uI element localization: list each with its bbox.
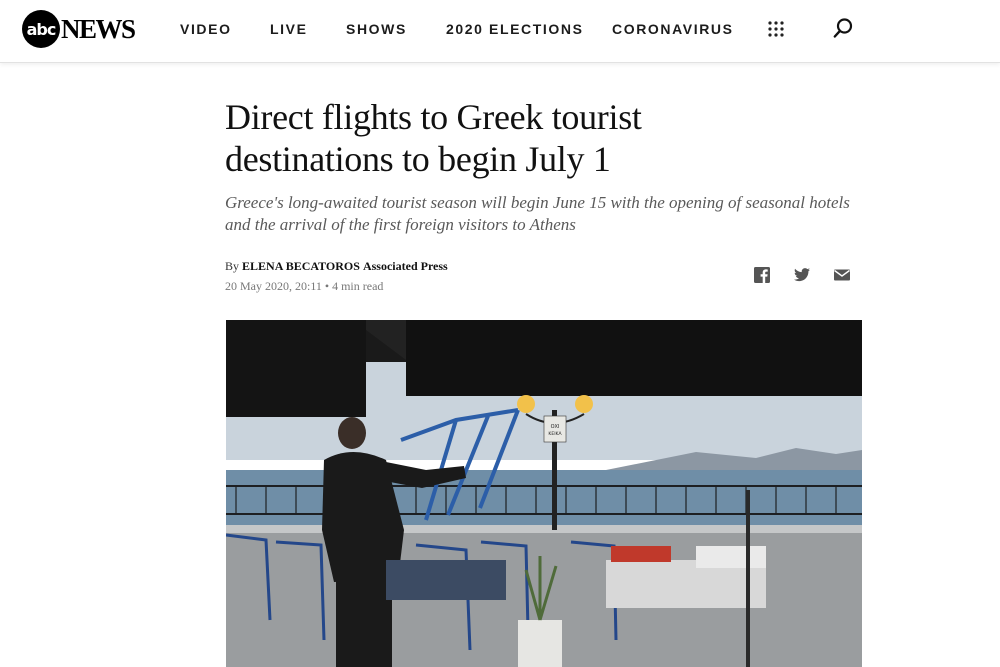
nav-video[interactable]: VIDEO (180, 21, 232, 37)
nav-live[interactable]: LIVE (270, 21, 308, 37)
nav-coronavirus[interactable]: CORONAVIRUS (612, 21, 734, 37)
site-header: abc NEWS VIDEO LIVE SHOWS 2020 ELECTIONS… (0, 0, 1000, 63)
read-time: • 4 min read (324, 279, 384, 293)
article-photo[interactable]: ΟΧΙ ΚΕΙΚΑ (226, 320, 862, 667)
news-logo-text: NEWS (61, 13, 136, 44)
article-headline: Direct flights to Greek tourist destinat… (225, 97, 642, 179)
nav-shows[interactable]: SHOWS (346, 21, 407, 37)
abc-logo-mark: abc (22, 10, 60, 48)
byline: By ELENA BECATOROS Associated Press (225, 259, 448, 274)
byline-prefix: By (225, 259, 240, 273)
abc-news-logo[interactable]: abc NEWS (22, 10, 136, 48)
article-meta: 20 May 2020, 20:11 • 4 min read (225, 279, 383, 294)
article-dek: Greece's long-awaited tourist season wil… (225, 193, 850, 234)
search-icon[interactable] (832, 17, 854, 39)
publish-date: 20 May 2020, 20:11 (225, 279, 322, 293)
photo-sign: ΟΧΙ (551, 424, 560, 430)
facebook-icon[interactable] (753, 266, 771, 284)
email-icon[interactable] (833, 266, 851, 284)
author-link[interactable]: ELENA BECATOROS (242, 259, 360, 273)
twitter-icon[interactable] (793, 266, 811, 284)
svg-text:ΚΕΙΚΑ: ΚΕΙΚΑ (548, 431, 562, 437)
organization-name: Associated Press (362, 259, 448, 273)
grid-icon[interactable] (767, 20, 785, 38)
nav-2020-elections[interactable]: 2020 ELECTIONS (446, 21, 584, 37)
